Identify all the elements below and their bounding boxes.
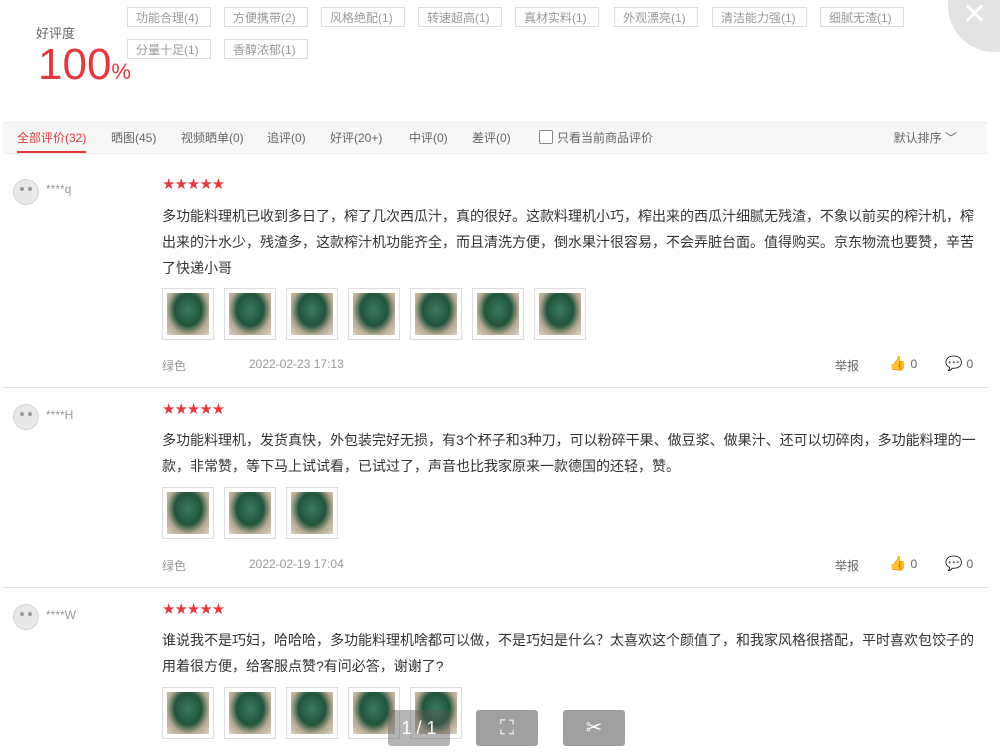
like-button[interactable]: 👍 0	[889, 355, 917, 372]
avatar	[13, 604, 39, 630]
comment-icon: 💬	[945, 355, 963, 371]
review-text: 多功能料理机，发货真快，外包装完好无损，有3个杯子和3种刀，可以粉碎干果、做豆浆…	[162, 432, 976, 474]
close-icon: ✕	[962, 0, 988, 31]
filter-positive[interactable]: 好评(20+)	[330, 123, 382, 153]
sort-dropdown[interactable]: 默认排序 ﹀	[894, 123, 957, 153]
review-date: 2022-02-23 17:13	[249, 357, 344, 371]
tag-chip[interactable]: 风格绝配(1)	[321, 7, 405, 27]
comment-button[interactable]: 💬 0	[945, 355, 973, 372]
review-photo[interactable]	[286, 487, 338, 539]
review-item: ****q ★★★★★ 多功能料理机已收到多日了，榨了几次西瓜汁，真的很好。这款…	[3, 155, 987, 388]
crop-icon: ✂	[585, 717, 603, 739]
username: ****H	[46, 408, 74, 422]
product-variant: 绿色	[162, 359, 187, 373]
avatar	[13, 404, 39, 430]
tag-chip[interactable]: 外观漂亮(1)	[614, 7, 698, 27]
tag-chip[interactable]: 细腻无渣(1)	[820, 7, 904, 27]
review-photo[interactable]	[162, 487, 214, 539]
tag-chip[interactable]: 香醇浓郁(1)	[224, 39, 308, 59]
star-rating: ★★★★★	[162, 176, 225, 193]
star-rating: ★★★★★	[162, 601, 225, 618]
star-rating: ★★★★★	[162, 401, 225, 418]
thumbs-up-icon: 👍	[889, 555, 907, 571]
tag-chip[interactable]: 真材实料(1)	[515, 7, 599, 27]
tag-chip[interactable]: 功能合理(4)	[127, 7, 211, 27]
like-button[interactable]: 👍 0	[889, 555, 917, 572]
review-photo[interactable]	[472, 288, 524, 340]
review-photo[interactable]	[348, 288, 400, 340]
review-photo[interactable]	[534, 288, 586, 340]
page-counter: 1 / 1	[388, 710, 450, 746]
review-photo[interactable]	[224, 687, 276, 739]
filter-negative[interactable]: 差评(0)	[472, 123, 511, 153]
review-photo[interactable]	[224, 288, 276, 340]
filter-photos[interactable]: 晒图(45)	[111, 123, 156, 153]
review-date: 2022-02-19 17:04	[249, 557, 344, 571]
fit-screen-icon: ⛶	[500, 717, 514, 739]
crop-button[interactable]: ✂	[563, 710, 625, 746]
chevron-down-icon: ﹀	[944, 131, 957, 145]
review-photo[interactable]	[286, 288, 338, 340]
filter-all[interactable]: 全部评价(32)	[17, 123, 87, 153]
tag-chip[interactable]: 转速超高(1)	[418, 7, 502, 27]
filter-neutral[interactable]: 中评(0)	[409, 123, 448, 153]
comment-icon: 💬	[945, 555, 963, 571]
username: ****W	[46, 608, 77, 622]
tag-chip[interactable]: 分量十足(1)	[127, 39, 211, 59]
review-text: 多功能料理机已收到多日了，榨了几次西瓜汁，真的很好。这款料理机小巧，榨出来的西瓜…	[162, 208, 974, 276]
review-photo[interactable]	[162, 288, 214, 340]
review-photo[interactable]	[410, 288, 462, 340]
username: ****q	[46, 182, 72, 196]
rating-percent: 100%	[38, 40, 131, 89]
tag-chip[interactable]: 清洁能力强(1)	[712, 7, 807, 27]
report-link[interactable]: 举报	[835, 557, 859, 574]
filter-followup[interactable]: 追评(0)	[267, 123, 306, 153]
review-photo[interactable]	[224, 487, 276, 539]
thumbs-up-icon: 👍	[889, 355, 907, 371]
review-item: ****H ★★★★★ 多功能料理机，发货真快，外包装完好无损，有3个杯子和3种…	[3, 387, 987, 588]
close-button[interactable]: ✕	[948, 0, 1000, 52]
avatar	[13, 179, 39, 205]
filter-video[interactable]: 视频晒单(0)	[181, 123, 244, 153]
review-photo[interactable]	[286, 687, 338, 739]
current-product-checkbox[interactable]: 只看当前商品评价	[539, 123, 653, 153]
checkbox-icon[interactable]	[539, 130, 553, 144]
comment-button[interactable]: 💬 0	[945, 555, 973, 572]
review-text: 谁说我不是巧妇，哈哈哈，多功能料理机啥都可以做，不是巧妇是什么？太喜欢这个颜值了…	[162, 632, 974, 674]
fit-screen-button[interactable]: ⛶	[476, 710, 538, 746]
review-photo[interactable]	[162, 687, 214, 739]
tag-chip[interactable]: 方便携带(2)	[224, 7, 308, 27]
filter-bar: 全部评价(32) 晒图(45) 视频晒单(0) 追评(0) 好评(20+) 中评…	[3, 122, 987, 154]
product-variant: 绿色	[162, 559, 187, 573]
report-link[interactable]: 举报	[835, 357, 859, 374]
